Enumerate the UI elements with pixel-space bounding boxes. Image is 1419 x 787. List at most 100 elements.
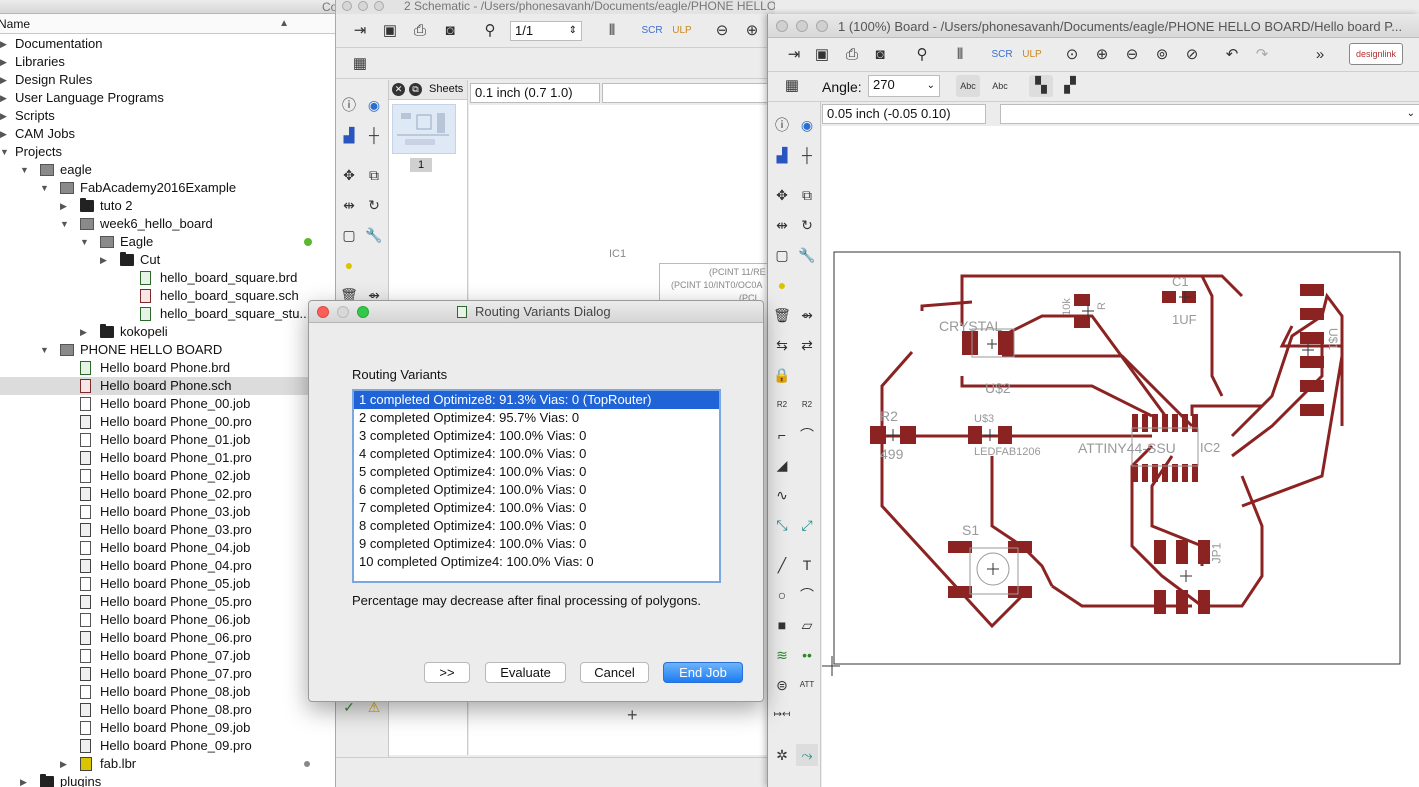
tree-item[interactable]: ▶ plugins (0, 773, 335, 787)
ulp-icon[interactable]: ULP (1020, 44, 1044, 66)
close-window-button[interactable] (776, 20, 788, 32)
delete-icon[interactable]: 🗑 (771, 304, 793, 326)
hole-icon[interactable]: ⊜ (771, 674, 793, 696)
tree-item[interactable]: Hello board Phone_01.pro (0, 449, 335, 467)
circle-icon[interactable]: ○ (771, 584, 793, 606)
tree-item[interactable]: hello_board_square.sch (0, 287, 335, 305)
layers-icon[interactable]: ⦀ (948, 44, 972, 66)
via-icon[interactable]: ≋ (771, 644, 793, 666)
tree-item[interactable]: ▼ FabAcademy2016Example (0, 179, 335, 197)
cam-icon[interactable]: ◙ (868, 44, 892, 66)
mark-icon[interactable]: ┼ (363, 124, 385, 146)
tree-item[interactable]: ▶ fab.lbr (0, 755, 335, 773)
undo-icon[interactable]: ↶ (1220, 44, 1244, 66)
rotate-icon[interactable]: ↻ (363, 194, 385, 216)
info-icon[interactable]: ⓘ (771, 114, 793, 136)
minimize-window-button[interactable] (796, 20, 808, 32)
paste-icon[interactable]: ● (338, 254, 360, 276)
tree-item[interactable]: Hello board Phone_00.job (0, 395, 335, 413)
board-command-input[interactable]: ⌄ (1000, 104, 1419, 124)
variant-item[interactable]: 3 completed Optimize4: 100.0% Vias: 0 (354, 427, 719, 445)
tree-item[interactable]: Hello board Phone_01.job (0, 431, 335, 449)
angle-select[interactable]: 270 ⌄ (868, 75, 940, 97)
move-icon[interactable]: ✥ (771, 184, 793, 206)
use-icon[interactable]: ⚲ (910, 44, 934, 66)
tree-item[interactable]: Hello board Phone_07.job (0, 647, 335, 665)
change-icon[interactable]: 🔧 (796, 244, 818, 266)
open-icon[interactable]: ⇥ (782, 44, 806, 66)
grid-icon[interactable]: ▦ (348, 53, 372, 75)
disclosure-expanded-icon[interactable]: ▼ (40, 341, 50, 359)
zoom-window-button[interactable] (816, 20, 828, 32)
tree-item[interactable]: Hello board Phone_04.job (0, 539, 335, 557)
cancel-button[interactable]: Cancel (580, 662, 649, 683)
variant-item[interactable]: 10 completed Optimize4: 100.0% Vias: 0 (354, 553, 719, 571)
minimize-window-button[interactable] (337, 306, 349, 318)
grid-icon[interactable]: ▦ (780, 75, 804, 97)
disclosure-collapsed-icon[interactable]: ▶ (0, 107, 10, 125)
cam-icon[interactable]: ◙ (438, 20, 462, 42)
zoom-window-button[interactable] (374, 1, 384, 11)
optimize-icon[interactable]: ◢ (771, 454, 793, 476)
script-icon[interactable]: SCR (640, 20, 664, 42)
tree-item[interactable]: Hello board Phone_04.pro (0, 557, 335, 575)
evaluate-button[interactable]: Evaluate (485, 662, 566, 683)
disclosure-expanded-icon[interactable]: ▼ (20, 161, 30, 179)
disclosure-collapsed-icon[interactable]: ▶ (20, 773, 30, 787)
zoom-fit-icon[interactable]: ⊙ (1060, 44, 1084, 66)
disclosure-collapsed-icon[interactable]: ▶ (80, 323, 90, 341)
group-icon[interactable]: ▢ (771, 244, 793, 266)
disclosure-expanded-icon[interactable]: ▼ (60, 215, 70, 233)
display-icon[interactable]: ▟ (338, 124, 360, 146)
mirror-icon[interactable]: ⇹ (338, 194, 360, 216)
end-job-button[interactable]: End Job (663, 662, 743, 683)
print-icon[interactable]: ⎙ (840, 44, 864, 66)
lock-icon[interactable]: 🔒 (771, 364, 793, 386)
tree-item[interactable]: Hello board Phone_03.job (0, 503, 335, 521)
zoom-in-icon[interactable]: ⊕ (1090, 44, 1114, 66)
tree-item[interactable]: ▶ CAM Jobs (0, 125, 335, 143)
redo-icon[interactable]: ↷ (1250, 44, 1274, 66)
copy-icon[interactable]: ⧉ (796, 184, 818, 206)
schematic-command-input[interactable] (602, 83, 776, 103)
zoom-select-icon[interactable]: ⊚ (1150, 44, 1174, 66)
attribute-icon[interactable]: ATT (796, 674, 818, 696)
tree-item[interactable]: Hello board Phone_09.pro (0, 737, 335, 755)
disclosure-collapsed-icon[interactable]: ▶ (100, 251, 110, 269)
tree-item[interactable]: Hello board Phone_07.pro (0, 665, 335, 683)
replace-icon[interactable]: ⇆ (771, 334, 793, 356)
redraw-icon[interactable]: ⊘ (1180, 44, 1204, 66)
tree-item[interactable]: Hello board Phone.brd (0, 359, 335, 377)
variant-item[interactable]: 6 completed Optimize4: 100.0% Vias: 0 (354, 481, 719, 499)
miter-icon[interactable]: ⌒ (796, 424, 818, 446)
variant-item[interactable]: 9 completed Optimize4: 100.0% Vias: 0 (354, 535, 719, 553)
autorouter-icon[interactable]: ⤳ (796, 744, 818, 766)
tree-item[interactable]: Hello board Phone_08.pro (0, 701, 335, 719)
variant-item[interactable]: 5 completed Optimize4: 100.0% Vias: 0 (354, 463, 719, 481)
group-icon[interactable]: ▢ (338, 224, 360, 246)
tree-item[interactable]: ▼ PHONE HELLO BOARD (0, 341, 335, 359)
board-canvas[interactable]: C1 1UF CRYSTAL U$2 10k R R2 499 U$3 LEDF… (822, 126, 1419, 787)
dimension-icon[interactable]: ↦↤ (771, 704, 793, 726)
variant-item[interactable]: 1 completed Optimize8: 91.3% Vias: 0 (To… (354, 391, 719, 409)
tree-item[interactable]: hello_board_square.brd (0, 269, 335, 287)
close-window-button[interactable] (342, 1, 352, 11)
variant-item[interactable]: 2 completed Optimize4: 95.7% Vias: 0 (354, 409, 719, 427)
layout-a-icon[interactable]: ▚ (1029, 75, 1053, 97)
tree-item[interactable]: ▶ Design Rules (0, 71, 335, 89)
tree-item[interactable]: ▼ eagle (0, 161, 335, 179)
tree-item[interactable]: ▼ week6_hello_board (0, 215, 335, 233)
tree-item[interactable]: Hello board Phone_03.pro (0, 521, 335, 539)
tree-item[interactable]: Hello board Phone_02.job (0, 467, 335, 485)
mirror-icon[interactable]: ⇹ (771, 214, 793, 236)
minimize-window-button[interactable] (358, 1, 368, 11)
zoom-fit-icon[interactable]: ⊖ (710, 20, 734, 42)
sheets-options-icon[interactable]: ⧉ (409, 83, 422, 96)
rect-icon[interactable]: ■ (771, 614, 793, 636)
tree-item[interactable]: Hello board Phone_00.pro (0, 413, 335, 431)
tree-item[interactable]: ▶ User Language Programs (0, 89, 335, 107)
pinswap-icon[interactable]: ⇄ (796, 334, 818, 356)
tree-item[interactable]: ▶ tuto 2 (0, 197, 335, 215)
designlink-button[interactable]: designlink (1349, 43, 1403, 65)
split-icon[interactable]: ⌐ (771, 424, 793, 446)
